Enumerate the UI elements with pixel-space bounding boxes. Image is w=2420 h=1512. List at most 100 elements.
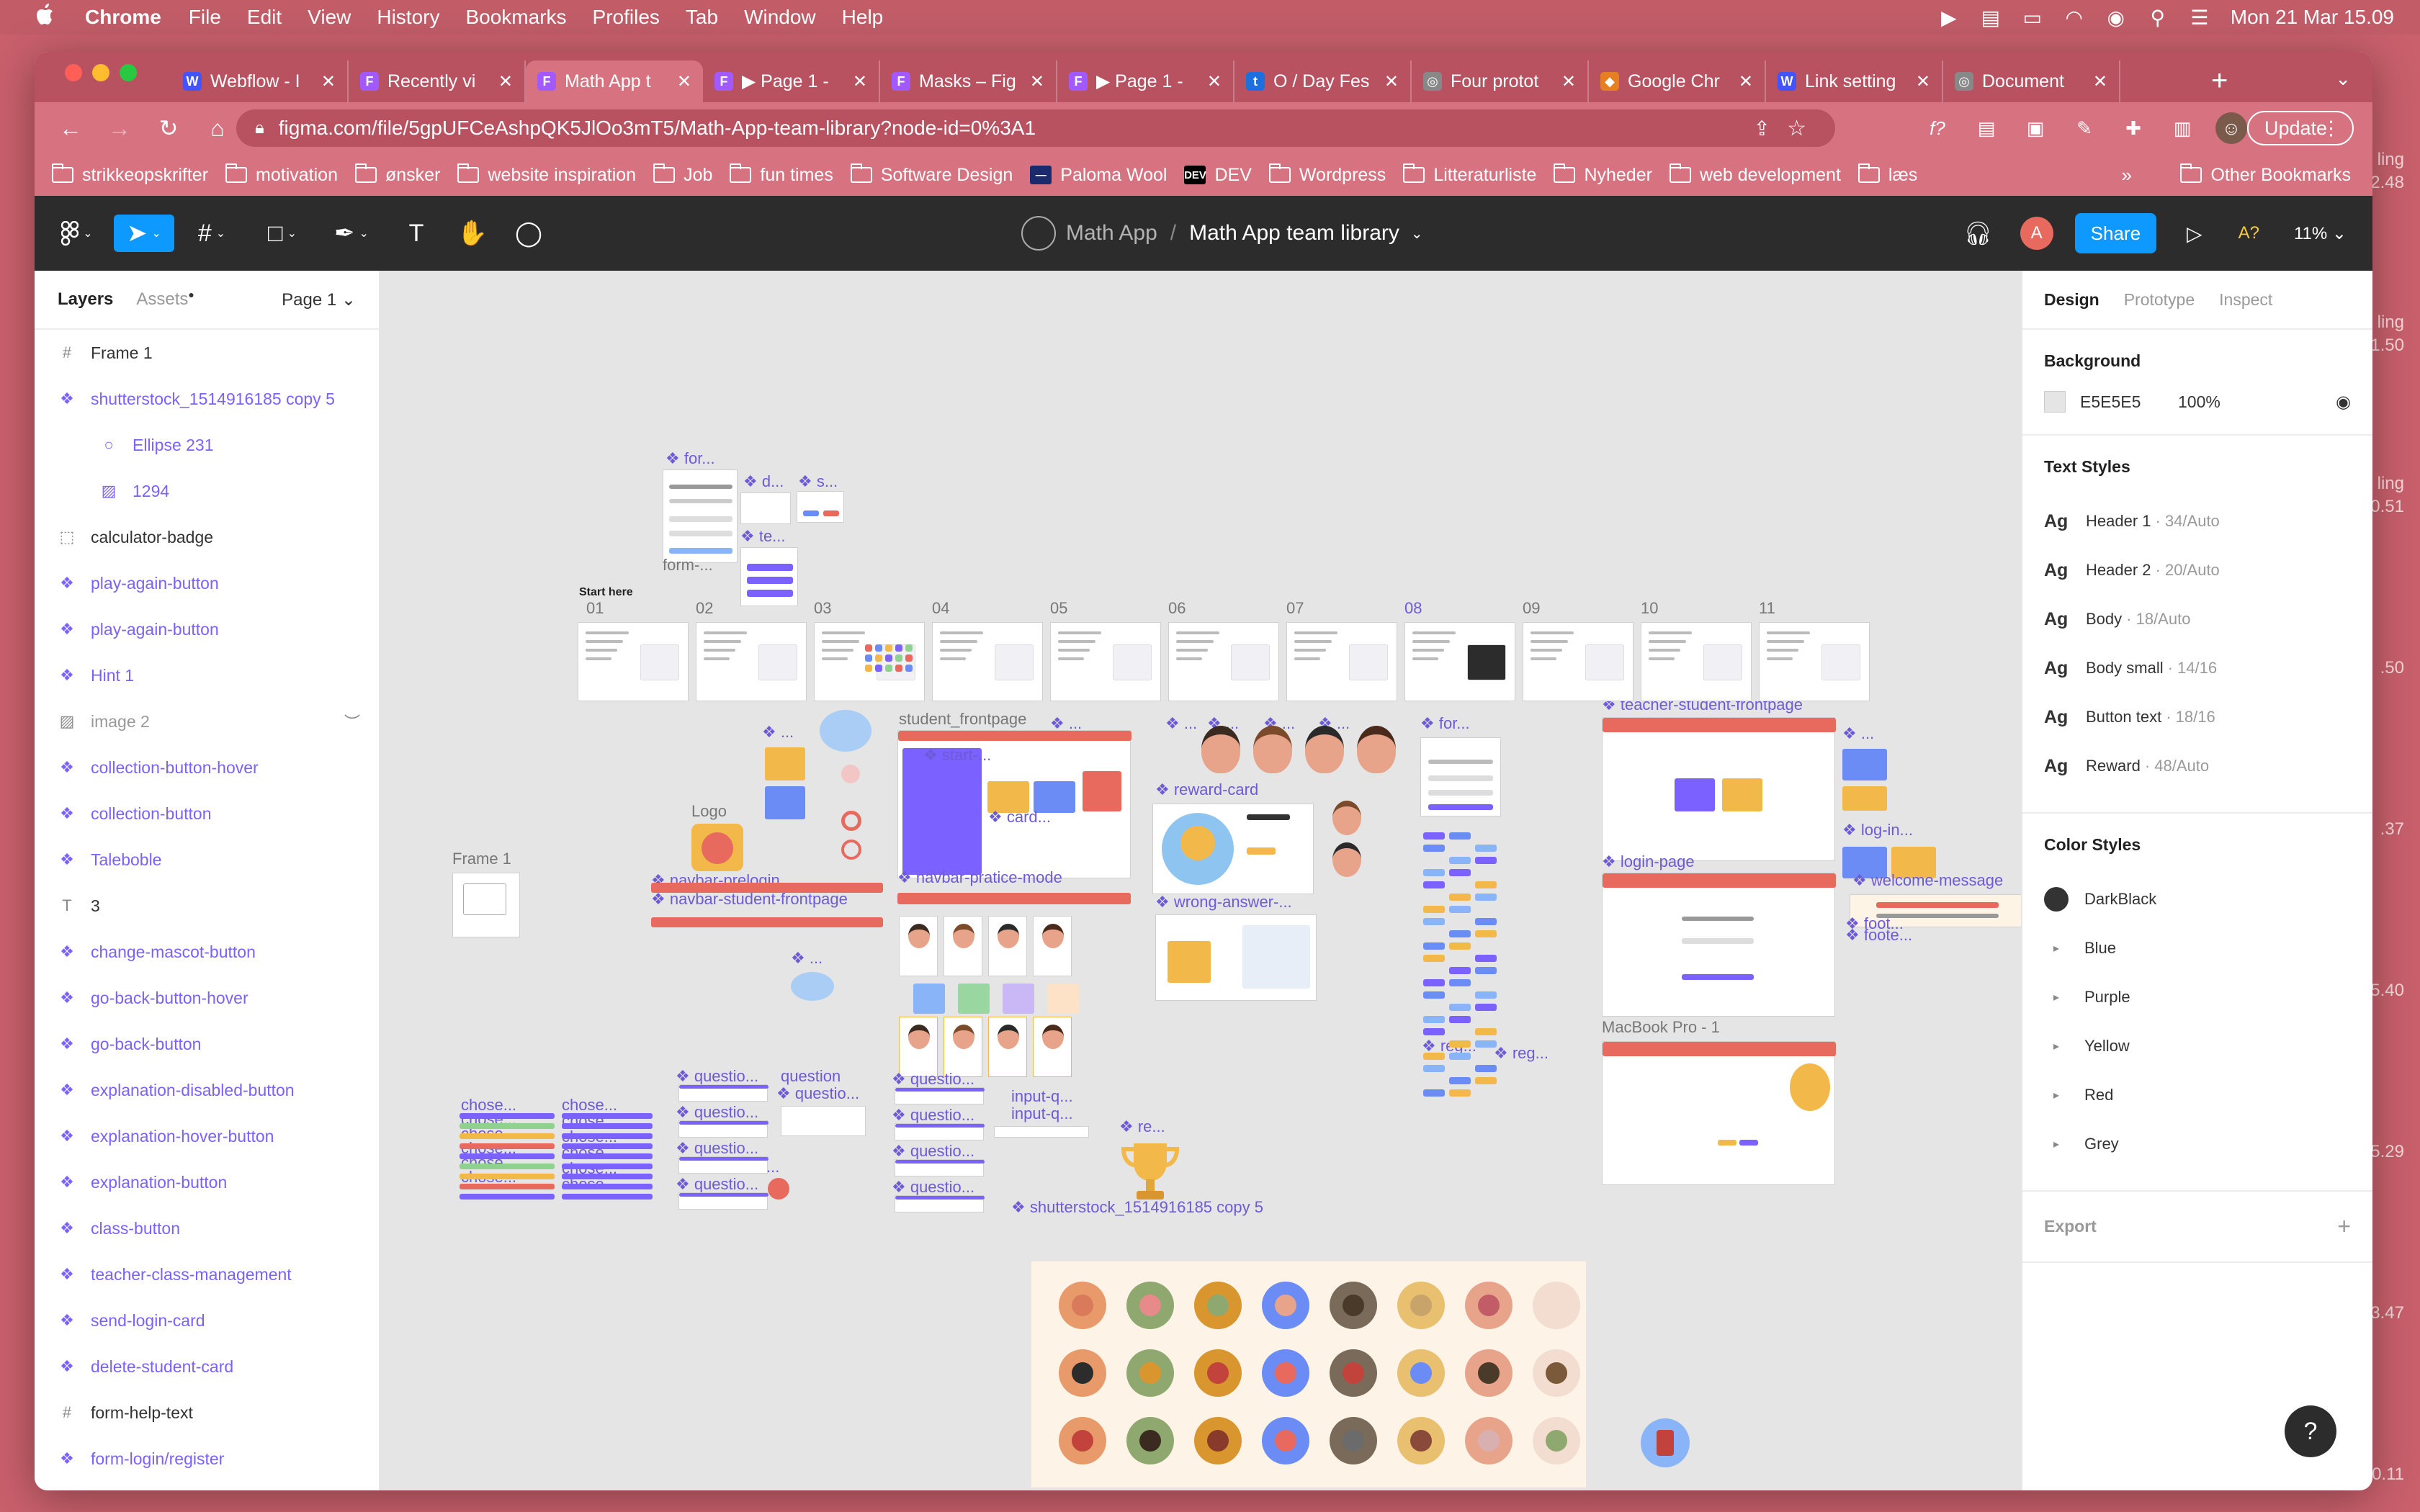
step-frame-thumb[interactable]	[1050, 622, 1161, 701]
step-number[interactable]: 01	[586, 599, 604, 618]
lifebuoy-icon[interactable]	[841, 811, 861, 831]
expand-caret-icon[interactable]: ▸	[2044, 1039, 2069, 1053]
project-name[interactable]: Math App	[1066, 221, 1157, 246]
layer-row[interactable]: ▨ image 2 ︶	[35, 698, 379, 744]
layer-row[interactable]: ❖ play-again-button	[35, 560, 379, 606]
color-style-row[interactable]: ▸ Grey	[2044, 1120, 2351, 1169]
question-thumb[interactable]	[678, 1084, 768, 1102]
tab[interactable]: F ▶ Page 1 - ✕	[703, 60, 880, 102]
bookmark-item[interactable]: web development	[1669, 163, 1841, 186]
cat-icon[interactable]	[1059, 1349, 1106, 1397]
bookmark-item[interactable]: strikkeopskrifter	[52, 163, 208, 186]
expand-caret-icon[interactable]: ▸	[2044, 1137, 2069, 1151]
hands-icon[interactable]	[1262, 1349, 1309, 1397]
step-number[interactable]: 03	[814, 599, 831, 618]
expand-caret-icon[interactable]: ▸	[2044, 941, 2069, 955]
button-component[interactable]	[1475, 1065, 1497, 1072]
girl-face-icon[interactable]	[1194, 1349, 1242, 1397]
layer-row[interactable]: # Frame 1	[35, 330, 379, 376]
button-component[interactable]	[1475, 881, 1497, 888]
chose-button[interactable]	[460, 1153, 555, 1159]
menu-window[interactable]: Window	[744, 6, 816, 29]
menu-history[interactable]: History	[377, 6, 439, 29]
menu-profiles[interactable]: Profiles	[593, 6, 660, 29]
button-component[interactable]	[1475, 1028, 1497, 1035]
avatar-swatch[interactable]	[958, 984, 990, 1014]
question-thumb[interactable]	[895, 1195, 985, 1212]
button-component[interactable]	[1423, 1053, 1445, 1060]
canvas-label-reward-card[interactable]: ❖ reward-card	[1155, 780, 1258, 799]
step-frame-thumb[interactable]	[696, 622, 807, 701]
puzzle-extensions-icon[interactable]: ✚	[2118, 112, 2149, 144]
canvas-label-navbar-pratice[interactable]: ❖ navbar-pratice-mode	[897, 868, 1062, 887]
button-component[interactable]	[1423, 979, 1445, 986]
button-component[interactable]	[1423, 881, 1445, 888]
coffee-icon[interactable]	[1262, 1282, 1309, 1329]
avatar-card[interactable]	[944, 1017, 982, 1077]
canvas-label-input-q[interactable]: input-q...	[1011, 1087, 1073, 1106]
button-component[interactable]	[1423, 1028, 1445, 1035]
canvas-label-student-frontpage[interactable]: student_frontpage	[899, 710, 1026, 729]
bowl-icon[interactable]	[1330, 1417, 1377, 1464]
avatar-swatch[interactable]	[913, 984, 945, 1014]
button-component[interactable]	[1475, 918, 1497, 925]
character-head[interactable]	[1305, 726, 1344, 773]
canvas-label-log-in[interactable]: ❖ log-in...	[1842, 821, 1913, 840]
button-component[interactable]	[1475, 857, 1497, 864]
bookmark-item[interactable]: DEV DEV	[1184, 165, 1252, 186]
step-number[interactable]: 11	[1759, 599, 1775, 618]
tab[interactable]: ◎ Document ✕	[1943, 60, 2120, 102]
reload-icon[interactable]: ↻	[153, 114, 184, 142]
egg-icon[interactable]	[1533, 1282, 1580, 1329]
backpack-icon[interactable]	[1126, 1349, 1174, 1397]
canvas-label-te[interactable]: ❖ te...	[740, 527, 786, 546]
canvas-label-form[interactable]: ❖ for...	[666, 449, 715, 468]
button-component[interactable]	[1423, 1016, 1445, 1023]
move-tool-icon[interactable]: ➤ ⌄	[114, 215, 174, 252]
layer-row[interactable]: ❖ collection-button-hover	[35, 744, 379, 791]
chose-button[interactable]	[562, 1113, 653, 1119]
canvas-label-shutterstock[interactable]: ❖ shutterstock_1514916185 copy 5	[1011, 1198, 1263, 1217]
hand-fingers-icon[interactable]	[1465, 1349, 1512, 1397]
layer-row[interactable]: ❖ delete-student-card	[35, 1344, 379, 1390]
layer-row[interactable]: ❖ go-back-button-hover	[35, 975, 379, 1021]
bookmark-item[interactable]: fun times	[730, 163, 833, 186]
canvas-label-re[interactable]: ❖ re...	[1119, 1117, 1165, 1136]
speech-bubble-small[interactable]	[791, 972, 834, 1001]
button-component[interactable]	[1475, 845, 1497, 852]
menu-file[interactable]: File	[189, 6, 221, 29]
question-thumb[interactable]	[895, 1123, 985, 1140]
menu-bookmarks[interactable]: Bookmarks	[465, 6, 566, 29]
chose-button[interactable]	[460, 1143, 555, 1149]
display-icon[interactable]: ▤	[1980, 6, 2002, 29]
wifi-icon[interactable]: ◠	[2063, 6, 2085, 29]
chose-button[interactable]	[460, 1164, 555, 1169]
background-opacity[interactable]: 100%	[2178, 392, 2220, 412]
canvas-label-question-3[interactable]: ❖ questio...	[776, 1084, 859, 1103]
layer-row[interactable]: ❖ form-login/register	[35, 1436, 379, 1482]
red-dot[interactable]	[768, 1178, 789, 1200]
frame-teacher-thumb[interactable]	[740, 547, 798, 606]
frame-small-dialog-2[interactable]	[797, 491, 844, 523]
maximize-window-icon[interactable]	[120, 64, 137, 81]
form-thumb-2[interactable]	[1420, 737, 1501, 816]
button-component[interactable]	[1449, 869, 1471, 876]
chose-button[interactable]	[562, 1133, 653, 1139]
heart-icon[interactable]	[1330, 1349, 1377, 1397]
tab-layers[interactable]: Layers	[58, 289, 113, 310]
peach-icon[interactable]	[1059, 1282, 1106, 1329]
question-thumb[interactable]	[895, 1087, 985, 1104]
login-page-thumb[interactable]	[1602, 873, 1836, 1017]
avatar-card[interactable]	[944, 916, 982, 976]
frame-tool-icon[interactable]: # ⌄	[186, 215, 238, 252]
button-component[interactable]	[1449, 894, 1471, 901]
tab-design[interactable]: Design	[2044, 290, 2099, 310]
close-tab-icon[interactable]: ✕	[1561, 71, 1576, 92]
text-style-row[interactable]: Ag Header 1 · 34/Auto	[2044, 497, 2351, 546]
step-number[interactable]: 06	[1168, 599, 1186, 618]
canvas-label-frame1[interactable]: Frame 1	[452, 850, 511, 868]
dog-icon[interactable]	[1194, 1417, 1242, 1464]
chose-button[interactable]	[460, 1194, 555, 1200]
button-component[interactable]	[1449, 1053, 1471, 1060]
app-menu-chrome[interactable]: Chrome	[85, 6, 161, 29]
